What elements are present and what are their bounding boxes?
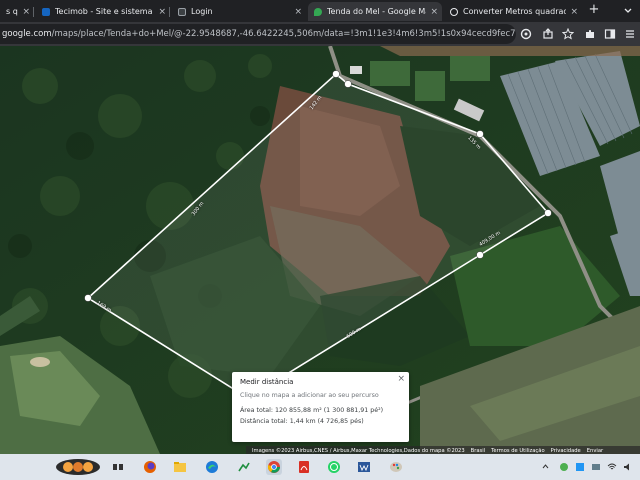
- tab-1-close-icon[interactable]: ×: [158, 7, 166, 17]
- windows-taskbar: [0, 454, 640, 480]
- paint-icon[interactable]: [388, 459, 404, 475]
- tray-overflow-chevron-icon[interactable]: [540, 461, 551, 472]
- tab-2[interactable]: Login ×: [172, 2, 306, 21]
- whatsapp-icon[interactable]: [326, 459, 342, 475]
- edge-icon[interactable]: [204, 459, 220, 475]
- total-distance: Distância total: 1,44 km (4 726,85 pés): [240, 418, 364, 425]
- maps-favicon-icon: [314, 7, 322, 16]
- terms-link[interactable]: Termos de Utilização: [491, 448, 545, 454]
- tab-1[interactable]: Tecimob - Site e sistema para ×: [36, 2, 170, 21]
- browser-tab-strip: s qu × Tecimob - Site e sistema para × L…: [0, 0, 640, 22]
- tab-3-close-icon[interactable]: ×: [430, 7, 438, 17]
- tab-3-title: Tenda do Mel - Google Maps: [327, 7, 426, 16]
- tray-app-2-icon[interactable]: [574, 461, 585, 472]
- file-explorer-icon[interactable]: [172, 459, 188, 475]
- tab-2-title: Login: [191, 7, 213, 16]
- converter-favicon-icon: [450, 7, 458, 16]
- address-bar[interactable]: google.com/maps/place/Tenda+do+Mel/@-22.…: [0, 24, 516, 44]
- tab-search-chevron-icon[interactable]: [622, 4, 634, 16]
- tecimob-favicon-icon: [42, 7, 50, 16]
- bookmark-star-icon[interactable]: [562, 28, 574, 40]
- tab-0-title: s qu: [6, 7, 18, 16]
- measure-distance-popup: Medir distância × Clique no mapa a adici…: [232, 372, 409, 442]
- popup-close-icon[interactable]: ×: [397, 374, 405, 384]
- tab-0[interactable]: s qu ×: [0, 2, 34, 21]
- network-icon[interactable]: [606, 461, 617, 472]
- feedback-link[interactable]: Enviar: [587, 448, 603, 454]
- tab-4[interactable]: Converter Metros quadrados ×: [444, 2, 582, 21]
- address-host: google.com: [2, 29, 52, 39]
- share-icon[interactable]: [542, 28, 554, 40]
- side-panel-icon[interactable]: [604, 28, 616, 40]
- tab-3-active[interactable]: Tenda do Mel - Google Maps ×: [308, 2, 442, 21]
- popup-hint: Clique no mapa a adicionar ao seu percur…: [240, 392, 379, 399]
- tab-4-title: Converter Metros quadrados: [463, 7, 567, 16]
- address-path: /maps/place/Tenda+do+Mel/@-22.9548687,-4…: [51, 29, 516, 39]
- tab-1-title: Tecimob - Site e sistema para: [55, 7, 154, 16]
- tab-4-close-icon[interactable]: ×: [570, 7, 578, 17]
- login-favicon-icon: [178, 7, 186, 16]
- volume-icon[interactable]: [622, 461, 633, 472]
- tray-app-icon[interactable]: [558, 461, 569, 472]
- tab-2-close-icon[interactable]: ×: [294, 7, 302, 17]
- tab-0-close-icon[interactable]: ×: [22, 7, 30, 17]
- word-icon[interactable]: [356, 459, 372, 475]
- country-link[interactable]: Brasil: [471, 448, 485, 454]
- privacy-link[interactable]: Privacidade: [551, 448, 581, 454]
- popup-title: Medir distância: [240, 378, 294, 386]
- firefox-icon[interactable]: [142, 459, 158, 475]
- tray-app-3-icon[interactable]: [590, 461, 601, 472]
- total-area: Área total: 120 855,88 m² (1 300 881,91 …: [240, 407, 384, 414]
- chrome-icon[interactable]: [266, 459, 282, 475]
- google-lens-icon[interactable]: [520, 28, 532, 40]
- pdf-reader-icon[interactable]: [296, 459, 312, 475]
- imagery-attribution: Imagens ©2023 Airbus,CNES / Airbus,Maxar…: [252, 447, 465, 454]
- extensions-puzzle-icon[interactable]: [584, 28, 596, 40]
- search-highlight-icon[interactable]: [54, 458, 102, 476]
- new-tab-button[interactable]: +: [586, 2, 602, 17]
- menu-icon[interactable]: [624, 28, 636, 40]
- task-view-icon[interactable]: [110, 459, 126, 475]
- sheets-icon[interactable]: [236, 459, 252, 475]
